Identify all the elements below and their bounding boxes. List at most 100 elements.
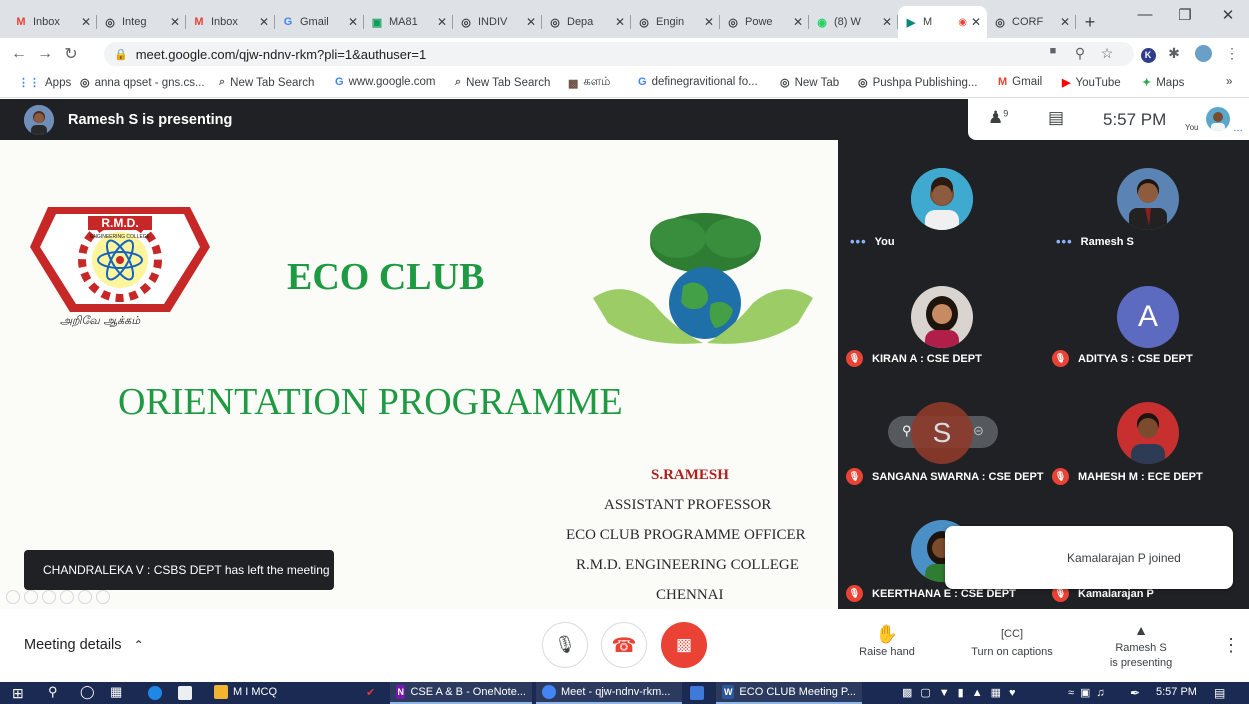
browser-tab[interactable]: ◎ Powe ✕ <box>720 6 809 38</box>
system-tray-icons[interactable]: ▩▢▼▮▲▦♥ <box>902 686 1024 699</box>
participant-tile-you[interactable]: ••• You <box>850 234 895 249</box>
bookmark-item[interactable]: Gdefinegravitional fo... <box>638 76 758 88</box>
bookmarks-bar: ⋮⋮ Apps ◎ anna qpset - gns.cs... ⌕ New Tab Se… <box>0 70 1249 98</box>
store-icon[interactable] <box>178 686 197 700</box>
address-bar[interactable]: 🔒 meet.google.com/qjw-ndnv-rkm?pli=1&aut… <box>104 42 1134 66</box>
bookmark-label: New Tab <box>794 76 840 89</box>
bookmark-item[interactable]: Gwww.google.com <box>335 76 436 88</box>
eco-tree-illustration <box>583 208 823 348</box>
pen-icon[interactable]: ✒ <box>1130 686 1140 700</box>
browser-tab[interactable]: M Inbox ✕ <box>186 6 275 38</box>
captions-button[interactable]: [CC] Turn on captions <box>962 623 1062 660</box>
more-bookmarks-button[interactable]: » <box>1226 76 1232 88</box>
people-button[interactable]: ♟9 <box>988 108 1008 128</box>
taskbar-app-meet[interactable]: Meet - qjw-ndnv-rkm... <box>536 682 682 704</box>
left-meeting-text: CHANDRALEKA V : CSBS DEPT has left the m… <box>43 563 330 577</box>
forward-button[interactable]: → <box>32 45 58 63</box>
bookmark-item[interactable]: ◎ anna qpset - gns.cs... <box>80 76 205 90</box>
slide-more-icon[interactable] <box>96 590 110 604</box>
taskbar-app-onenote[interactable]: N CSE A & B - OneNote... <box>390 682 532 704</box>
bookmark-item[interactable]: ▩ களம் <box>568 76 610 90</box>
tab-close-icon[interactable]: ✕ <box>793 15 803 29</box>
browser-tab[interactable]: ◎ Depa ✕ <box>542 6 631 38</box>
meeting-details-button[interactable]: Meeting details ⌃ <box>24 637 144 653</box>
maximize-button[interactable]: ❐ <box>1165 6 1205 24</box>
camera-icon[interactable]: ■ <box>1043 45 1063 57</box>
participant-tile-kiran[interactable]: 🎙 KIRAN A : CSE DEPT <box>846 350 982 367</box>
more-dots-icon[interactable]: … <box>1233 123 1244 134</box>
tab-close-icon[interactable]: ✕ <box>704 15 714 29</box>
leave-call-button[interactable]: ☎ <box>601 622 647 668</box>
tab-close-icon[interactable]: ✕ <box>882 15 892 29</box>
back-button[interactable]: ← <box>6 45 32 63</box>
taskbar-app-mcq[interactable]: M I MCQ <box>208 682 283 704</box>
windows-start-icon[interactable]: ⊞ <box>12 685 24 702</box>
notification-center-icon[interactable]: ▤ <box>1214 686 1225 700</box>
slide-next-icon[interactable] <box>24 590 38 604</box>
tab-favicon-icon: ◎ <box>461 16 471 29</box>
zoom-icon[interactable]: ⚲ <box>1070 45 1090 62</box>
browser-tab[interactable]: ◎ Engin ✕ <box>631 6 720 38</box>
bookmark-item[interactable]: ⌕ New Tab Search <box>455 76 550 89</box>
tab-close-icon[interactable]: ✕ <box>437 15 447 29</box>
screen-tool-icon[interactable] <box>690 686 709 700</box>
chat-button[interactable]: ▤ <box>1048 108 1064 128</box>
tab-favicon-icon: M <box>194 16 204 28</box>
bookmark-item[interactable]: M Gmail <box>998 76 1042 88</box>
presenting-button[interactable]: ▲ Ramesh S is presenting <box>1098 619 1184 671</box>
checkmark-app-icon[interactable]: ✔ <box>366 686 375 699</box>
bookmark-item[interactable]: ◎ Pushpa Publishing... <box>858 76 977 90</box>
browser-tab[interactable]: ◎ CORF ✕ <box>987 6 1076 38</box>
network-volume-icons[interactable]: ≈▣♫ <box>1068 686 1111 699</box>
new-tab-button[interactable]: + <box>1076 6 1104 38</box>
browser-tab[interactable]: G Gmail ✕ <box>275 6 364 38</box>
profile-avatar[interactable] <box>1193 45 1213 65</box>
chevron-up-icon: ⌃ <box>133 638 144 652</box>
extensions-puzzle-icon[interactable]: ✱ <box>1164 45 1184 62</box>
tab-close-icon[interactable]: ✕ <box>615 15 625 29</box>
bookmark-item[interactable]: ⌕ New Tab Search <box>219 76 314 89</box>
bookmark-item[interactable]: ⋮⋮ Apps <box>18 76 71 90</box>
participant-tile-ramesh[interactable]: ••• Ramesh S <box>1056 234 1134 249</box>
tab-close-icon[interactable]: ✕ <box>259 15 269 29</box>
cortana-icon[interactable]: ◯ <box>80 684 95 700</box>
reload-button[interactable]: ↻ <box>58 44 84 64</box>
slide-zoom-icon[interactable] <box>78 590 92 604</box>
browser-tab[interactable]: ◎ Integ ✕ <box>97 6 186 38</box>
bookmark-item[interactable]: ◎ New Tab <box>780 76 840 90</box>
participant-tile-mahesh[interactable]: 🎙 MAHESH M : ECE DEPT <box>1052 468 1203 485</box>
remove-icon[interactable]: ⊝ <box>973 423 984 439</box>
bookmark-star-icon[interactable]: ☆ <box>1097 45 1117 62</box>
browser-tab[interactable]: ◉ (8) W ✕ <box>809 6 898 38</box>
camera-toggle-button[interactable]: ▩ <box>661 622 707 668</box>
microphone-button[interactable]: 🎙 <box>542 622 588 668</box>
tab-close-icon[interactable]: ✕ <box>1060 15 1070 29</box>
tab-close-icon[interactable]: ✕ <box>971 15 981 29</box>
close-window-button[interactable]: ✕ <box>1208 6 1248 24</box>
extension-icon[interactable]: K <box>1138 45 1158 63</box>
slide-prev-icon[interactable] <box>6 590 20 604</box>
participant-tile-sangana[interactable]: 🎙 SANGANA SWARNA : CSE DEPT <box>846 468 1044 485</box>
self-avatar[interactable] <box>1206 107 1230 131</box>
slide-pen-icon[interactable] <box>42 590 56 604</box>
browser-tab[interactable]: ▣ MA81 ✕ <box>364 6 453 38</box>
tab-close-icon[interactable]: ✕ <box>348 15 358 29</box>
minimize-button[interactable]: — <box>1125 6 1165 23</box>
tab-close-icon[interactable]: ✕ <box>81 15 91 29</box>
raise-hand-button[interactable]: ✋ Raise hand <box>852 623 922 660</box>
browser-tab[interactable]: ▶ M ◉ ✕ <box>898 6 987 38</box>
more-options-icon[interactable]: ⋮ <box>1222 635 1240 656</box>
task-view-icon[interactable]: ▦ <box>110 684 122 700</box>
search-icon[interactable]: ⚲ <box>48 684 58 700</box>
bookmark-item[interactable]: ▶ YouTube <box>1062 76 1121 90</box>
bookmark-item[interactable]: ✦ Maps <box>1142 76 1184 90</box>
participant-tile-aditya[interactable]: 🎙 ADITYA S : CSE DEPT <box>1052 350 1193 367</box>
slide-view-icon[interactable] <box>60 590 74 604</box>
tab-close-icon[interactable]: ✕ <box>170 15 180 29</box>
browser-menu-icon[interactable]: ⋮ <box>1222 45 1242 62</box>
tab-close-icon[interactable]: ✕ <box>526 15 536 29</box>
taskbar-app-word[interactable]: W ECO CLUB Meeting P... <box>716 682 862 704</box>
browser-tab[interactable]: M Inbox ✕ <box>8 6 97 38</box>
browser-tab[interactable]: ◎ INDIV ✕ <box>453 6 542 38</box>
edge-icon[interactable] <box>148 686 167 700</box>
